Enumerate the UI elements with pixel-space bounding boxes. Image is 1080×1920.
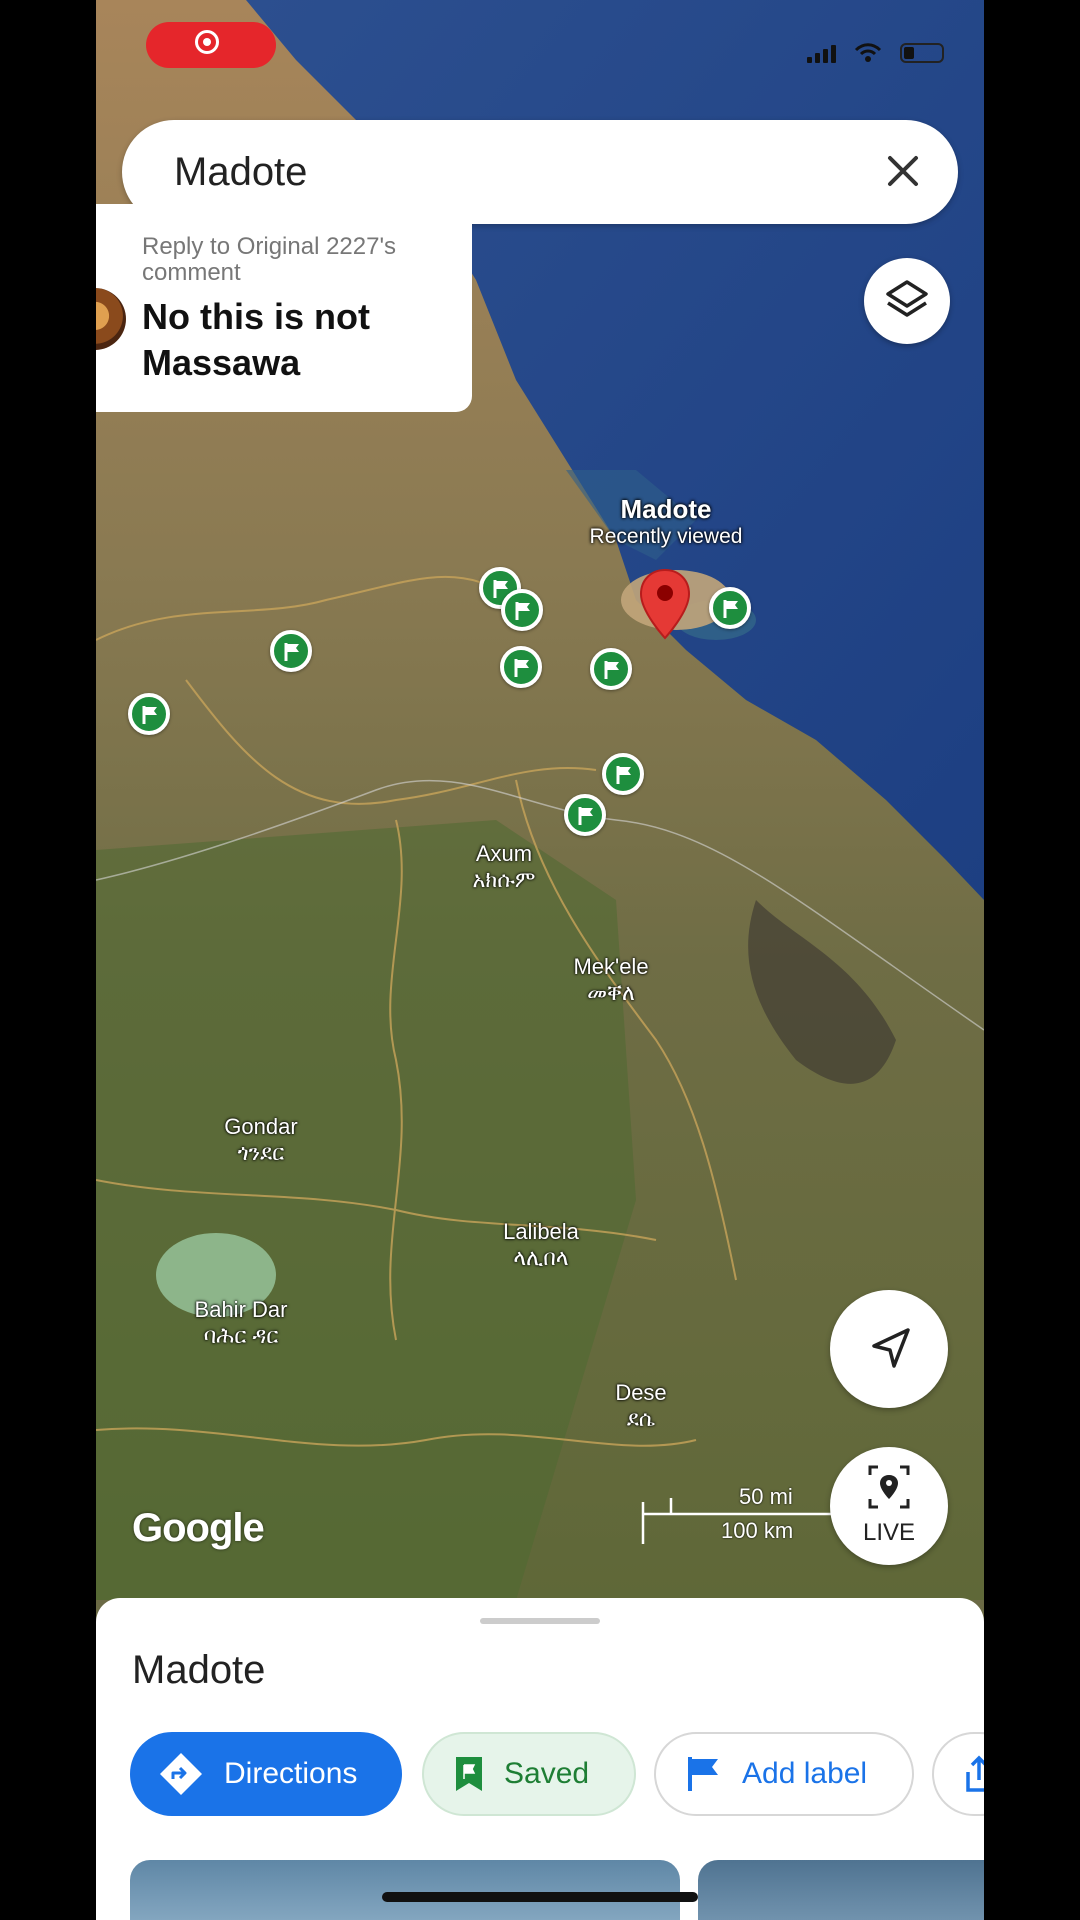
sheet-drag-handle[interactable]: [480, 1618, 600, 1624]
saved-place-flag[interactable]: [564, 794, 606, 836]
saved-place-flag[interactable]: [590, 648, 632, 690]
place-local-name: አክሱም: [472, 867, 536, 892]
label-flag-icon: [688, 1757, 718, 1791]
place-label-gondar: Gondar ጎንደር: [196, 1114, 326, 1166]
navigation-arrow-icon: [872, 1328, 910, 1368]
directions-icon: [160, 1753, 202, 1795]
layers-button[interactable]: [864, 258, 950, 344]
phone-screen: Madote Madote Recently viewed Axum አክሱም …: [96, 0, 984, 1920]
saved-flag-icon: [456, 1757, 482, 1791]
live-label: LIVE: [862, 1519, 916, 1546]
live-view-icon: [868, 1465, 910, 1509]
flag-icon: [501, 589, 543, 631]
place-label-mekele: Mek'ele መቐለ: [546, 954, 676, 1006]
saved-label: Saved: [504, 1757, 590, 1790]
place-photo[interactable]: [698, 1860, 984, 1920]
place-local-name: ደሴ: [626, 1406, 656, 1431]
saved-place-flag[interactable]: [128, 693, 170, 735]
place-name: Lalibela: [503, 1219, 579, 1244]
place-label-dese: Dese ደሴ: [576, 1380, 706, 1432]
place-photo[interactable]: [130, 1860, 680, 1920]
map-scale: 50 mi 100 km: [641, 1484, 841, 1554]
directions-label: Directions: [224, 1757, 358, 1790]
google-watermark: Google: [132, 1506, 265, 1550]
place-local-name: ላሊበላ: [513, 1245, 569, 1270]
scale-metric: 100 km: [721, 1518, 794, 1543]
flag-icon: [500, 646, 542, 688]
directions-button[interactable]: Directions: [130, 1732, 402, 1816]
share-button[interactable]: [932, 1732, 984, 1816]
place-name: Bahir Dar: [194, 1297, 288, 1322]
place-local-name: ጎንደር: [237, 1140, 285, 1165]
flag-icon: [709, 587, 751, 629]
place-name: Gondar: [224, 1114, 298, 1139]
flag-icon: [128, 693, 170, 735]
add-label-text: Add label: [742, 1757, 868, 1790]
pin-label: Madote Recently viewed: [546, 494, 786, 549]
place-label-bahir-dar: Bahir Dar ባሕር ዳር: [176, 1297, 306, 1349]
my-location-button[interactable]: [830, 1290, 948, 1408]
comment-reply-bubble: Reply to Original 2227's comment No this…: [96, 204, 472, 412]
location-pin-icon[interactable]: [638, 568, 692, 640]
close-icon[interactable]: [878, 146, 928, 196]
wifi-icon: [854, 43, 882, 62]
layers-icon: [886, 280, 928, 317]
place-local-name: መቐለ: [587, 980, 635, 1005]
add-label-button[interactable]: Add label: [654, 1732, 914, 1816]
saved-button[interactable]: Saved: [422, 1732, 636, 1816]
place-local-name: ባሕር ዳር: [203, 1323, 279, 1348]
saved-place-flag[interactable]: [270, 630, 312, 672]
saved-place-flag[interactable]: [602, 753, 644, 795]
place-title: Madote: [132, 1648, 266, 1692]
flag-icon: [564, 794, 606, 836]
scale-imperial: 50 mi: [739, 1484, 793, 1509]
saved-place-flag[interactable]: [501, 589, 543, 631]
saved-place-flag[interactable]: [500, 646, 542, 688]
search-query[interactable]: Madote: [174, 150, 307, 195]
comment-text: No this is not Massawa: [142, 296, 370, 383]
reply-context: Reply to Original 2227's comment: [142, 233, 397, 286]
saved-place-flag[interactable]: [709, 587, 751, 629]
status-bar: [807, 40, 944, 66]
share-icon: [966, 1755, 984, 1792]
place-label-axum: Axum አክሱም: [439, 841, 569, 893]
avatar: [96, 288, 126, 350]
home-indicator[interactable]: [382, 1892, 698, 1902]
place-name: Mek'ele: [573, 954, 649, 979]
place-label-lalibela: Lalibela ላሊበላ: [476, 1219, 606, 1271]
flag-icon: [590, 648, 632, 690]
place-name: Axum: [475, 841, 533, 866]
pin-subtitle: Recently viewed: [589, 525, 743, 548]
screen-recording-indicator[interactable]: [146, 22, 276, 68]
battery-icon: [900, 43, 944, 63]
flag-icon: [602, 753, 644, 795]
live-view-button[interactable]: LIVE: [830, 1447, 948, 1565]
pin-name: Madote: [620, 494, 712, 524]
signal-icon: [807, 43, 836, 63]
flag-icon: [270, 630, 312, 672]
place-bottom-sheet[interactable]: Madote Directions Saved Add label: [96, 1598, 984, 1920]
place-name: Dese: [615, 1380, 667, 1405]
record-icon: [195, 30, 219, 54]
